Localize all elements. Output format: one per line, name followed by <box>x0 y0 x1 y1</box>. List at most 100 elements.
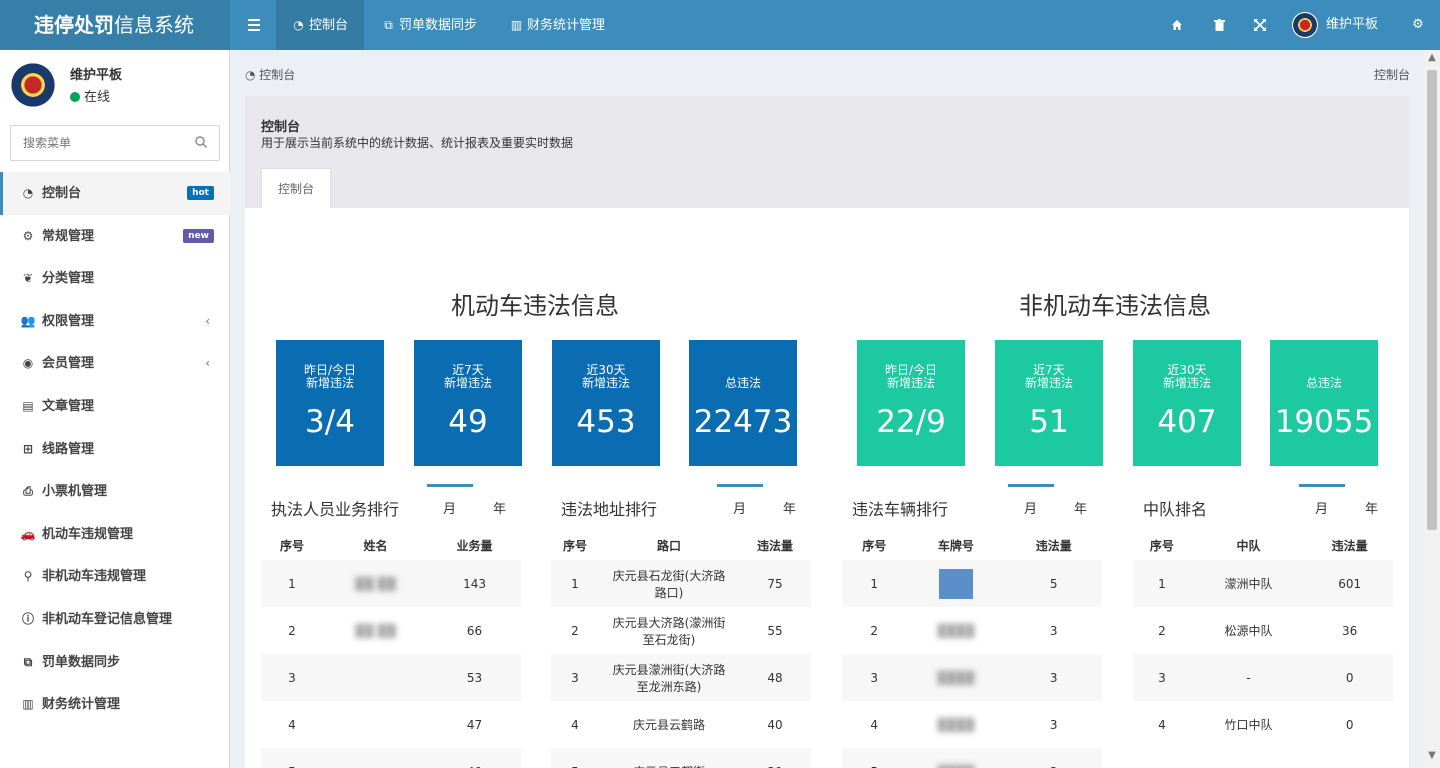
sidebar-menu: ◔ 控制台 hot ⚙ 常规管理 new ❦ 分类管理 👥 权限管理 ‹ ◉ 会员管理 ‹ ▤ 文章… <box>0 172 230 726</box>
sidebar-item-label: 非机动车登记信息管理 <box>42 611 173 627</box>
stat-value: 51 <box>1029 404 1069 440</box>
top-tab-dashboard[interactable]: ◔ 控制台 <box>276 0 365 50</box>
toggle-month[interactable]: 月 <box>1024 498 1037 517</box>
control-sidebar-button[interactable]: ⚙ <box>1406 0 1430 50</box>
top-tab-label: 财务统计管理 <box>527 18 606 33</box>
table-row: 2 ██ ██ 66 <box>261 607 521 654</box>
user-menu[interactable]: 维护平板 <box>1292 0 1378 50</box>
location-ranking-table: 序号 路口 违法量 1 庆元县石龙街(大济路路口) 75 2 庆元县大济路(濛洲街至石龙街… <box>551 530 811 768</box>
sidebar-item-label: 机动车违规管理 <box>42 526 134 542</box>
ranking-title: 中队排名 <box>1143 500 1208 519</box>
stat-value: 453 <box>576 404 636 440</box>
breadcrumb[interactable]: ◔ 控制台 <box>245 66 295 83</box>
plate-image <box>938 568 973 599</box>
sync-icon: ⧉ <box>384 18 393 32</box>
hamburger-icon <box>238 0 270 31</box>
table-row: 15 <box>842 560 1102 607</box>
top-username: 维护平板 <box>1326 17 1379 32</box>
new-badge: new <box>183 228 214 243</box>
menu-search-input[interactable] <box>11 126 181 160</box>
active-underline <box>427 484 473 487</box>
clear-cache-button[interactable] <box>1208 0 1230 50</box>
sidebar-item-nonmotor-violation[interactable]: ⚲ 非机动车违规管理 <box>0 555 230 598</box>
sidebar-item-finance[interactable]: ▥ 财务统计管理 <box>0 683 230 726</box>
scroll-down-icon[interactable]: ▼ <box>1424 750 1440 766</box>
fullscreen-button[interactable] <box>1249 0 1271 50</box>
sidebar-item-ticket-sync[interactable]: ⧉ 罚单数据同步 <box>0 641 230 684</box>
home-button[interactable] <box>1166 0 1188 50</box>
sidebar-item-route[interactable]: ⊞ 线路管理 <box>0 428 230 471</box>
stat-value: 49 <box>448 404 488 440</box>
top-tab-ticket-sync[interactable]: ⧉ 罚单数据同步 <box>366 0 493 50</box>
users-icon: 👥 <box>20 313 36 328</box>
squad-ranking-table: 序号 中队 违法量 1 濛洲中队 601 2 松源中队 36 3-0 4 竹口中队 0 <box>1133 530 1393 748</box>
table-row: 540 <box>261 748 521 768</box>
redacted-name: ██ ██ <box>322 560 429 607</box>
table-row: 4 ████ 3 <box>842 701 1102 748</box>
sidebar-item-category[interactable]: ❦ 分类管理 <box>0 257 230 300</box>
main-content: ◔ 控制台 控制台 控制台 用于展示当前系统中的统计数据、统计报表及重要实时数据… <box>231 50 1424 768</box>
panel-description: 用于展示当前系统中的统计数据、统计报表及重要实时数据 <box>261 136 574 150</box>
redacted-name <box>323 701 428 748</box>
toggle-month[interactable]: 月 <box>443 498 456 517</box>
column-header: 车牌号 <box>937 538 974 553</box>
sidebar-item-general[interactable]: ⚙ 常规管理 new <box>0 215 230 258</box>
column-header: 路口 <box>656 538 681 553</box>
toggle-year[interactable]: 年 <box>493 498 506 517</box>
sidebar-item-article[interactable]: ▤ 文章管理 <box>0 385 230 428</box>
stat-value: 19055 <box>1274 404 1374 440</box>
tab-dashboard[interactable]: 控制台 <box>261 168 331 208</box>
stat-value: 22473 <box>693 404 793 440</box>
info-icon: ⓘ <box>21 611 34 626</box>
search-icon[interactable] <box>195 136 207 148</box>
hot-badge: hot <box>187 186 214 200</box>
column-header: 违法量 <box>1331 538 1368 553</box>
toggle-month[interactable]: 月 <box>1315 498 1328 517</box>
page-scrollbar[interactable]: ▲ ▼ <box>1424 50 1440 768</box>
top-tab-label: 罚单数据同步 <box>399 18 478 33</box>
table-row: 3 53 <box>261 654 521 701</box>
stat-card: 近30天 新增违法 453 <box>552 340 660 466</box>
toggle-year[interactable]: 年 <box>783 498 796 517</box>
vehicle-ranking-table: 序号 车牌号 违法量 15 2████3 3████3 4████3 5████3 <box>842 530 1102 768</box>
sidebar-item-auth[interactable]: 👥 权限管理 ‹ <box>0 300 230 343</box>
dashboard-icon: ◔ <box>293 18 304 32</box>
sidebar-item-nonmotor-registration[interactable]: ⓘ 非机动车登记信息管理 <box>0 598 230 641</box>
stat-card: 总违法 22473 <box>689 340 797 466</box>
breadcrumb-label: 控制台 <box>259 68 296 82</box>
sidebar-username: 维护平板 <box>70 68 123 83</box>
stat-value: 407 <box>1157 404 1217 440</box>
print-icon: ⎙ <box>23 484 33 499</box>
sidebar-toggle-button[interactable] <box>238 0 270 50</box>
stat-value: 22/9 <box>876 404 946 440</box>
redacted-name: ██ ██ <box>355 623 396 638</box>
newspaper-icon: ▤ <box>22 398 34 413</box>
table-row: 3 ████ 3 <box>842 654 1102 701</box>
sidebar-item-label: 常规管理 <box>42 228 95 244</box>
sidebar-item-dashboard[interactable]: ◔ 控制台 hot <box>0 172 230 215</box>
toggle-year[interactable]: 年 <box>1365 498 1378 517</box>
dashboard-icon: ◔ <box>22 186 34 200</box>
car-icon: 🚗 <box>20 526 36 541</box>
sync-icon: ⧉ <box>23 654 33 669</box>
top-tab-label: 控制台 <box>309 18 349 33</box>
sidebar-item-member[interactable]: ◉ 会员管理 ‹ <box>0 342 230 385</box>
top-tab-finance[interactable]: ▥ 财务统计管理 <box>494 0 621 50</box>
scrollbar-thumb[interactable] <box>1427 70 1437 530</box>
sidebar-item-label: 文章管理 <box>42 398 95 414</box>
sidebar-item-motor-violation[interactable]: 🚗 机动车违规管理 <box>0 513 230 556</box>
stat-card: 近7天 新增违法 51 <box>995 340 1103 466</box>
toggle-month[interactable]: 月 <box>733 498 746 517</box>
toggle-year[interactable]: 年 <box>1074 498 1087 517</box>
stat-card: 近7天 新增违法 49 <box>414 340 522 466</box>
ranking-title: 违法车辆排行 <box>852 500 949 519</box>
column-header: 业务量 <box>456 538 493 553</box>
app-logo[interactable]: 违停处罚信息系统 <box>0 0 230 50</box>
online-dot-icon <box>70 92 80 102</box>
table-row: 4 庆元县云鹤路 40 <box>571 717 783 733</box>
scroll-up-icon[interactable]: ▲ <box>1424 52 1440 68</box>
redacted-plate: ████ <box>906 748 1006 768</box>
table-row: 5████3 <box>842 748 1102 768</box>
sidebar-item-printer[interactable]: ⎙ 小票机管理 <box>0 470 230 513</box>
table-row: 5庆元县五都街39 <box>551 748 811 768</box>
